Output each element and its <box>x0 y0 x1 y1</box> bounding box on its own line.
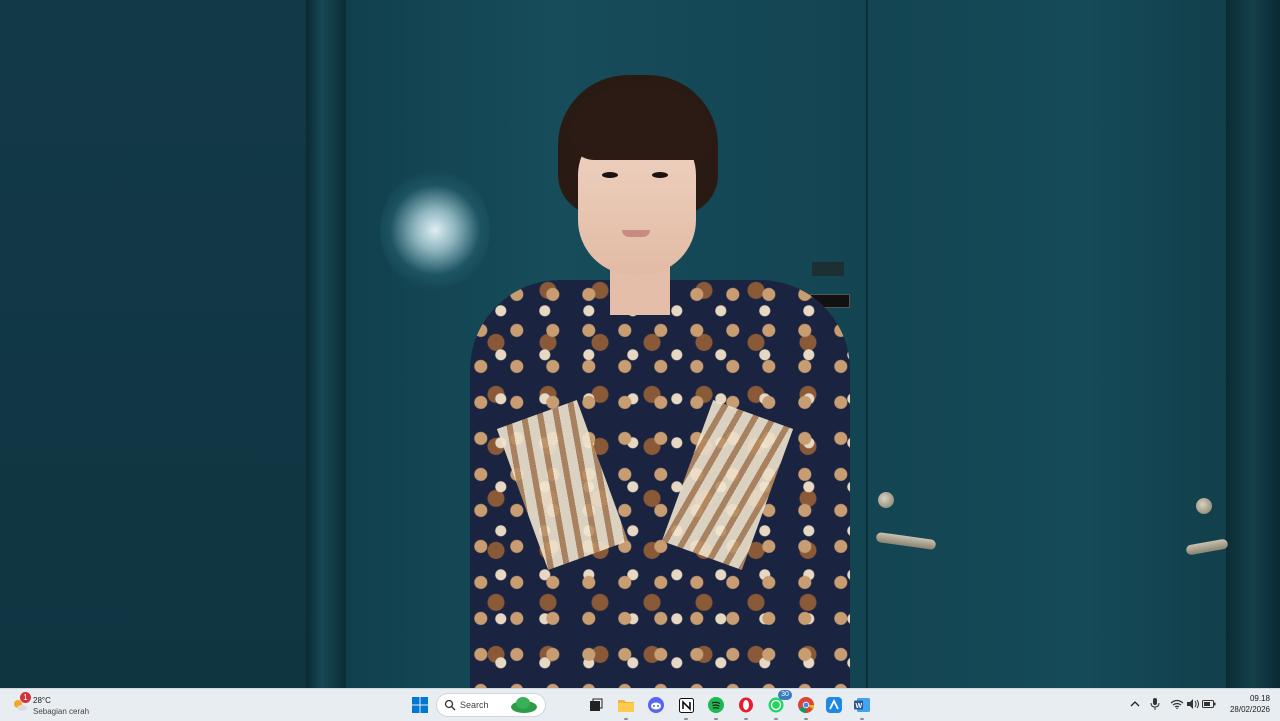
door-frame-right <box>1226 0 1280 688</box>
weather-condition: Sebagian cerah <box>33 707 90 716</box>
cloud-icon <box>511 697 537 713</box>
windows-icon <box>412 697 428 713</box>
arc-icon <box>826 697 842 713</box>
hair-fringe <box>570 88 710 160</box>
clock-date: 28/02/2026 <box>1229 705 1270 714</box>
microphone-icon[interactable] <box>1148 697 1162 711</box>
weather-temperature: 28°C <box>33 696 51 705</box>
notion-icon <box>678 697 694 713</box>
opera-button[interactable] <box>734 693 758 720</box>
battery-icon[interactable] <box>1202 697 1216 711</box>
door-right-panel <box>866 0 1228 688</box>
whatsapp-button[interactable]: 30 <box>764 690 792 720</box>
task-view-button[interactable] <box>584 693 608 717</box>
video-frame <box>0 0 1280 688</box>
chrome-button[interactable] <box>794 693 818 720</box>
folder-icon <box>618 700 634 712</box>
spotify-button[interactable] <box>704 693 728 720</box>
notion-button[interactable] <box>674 693 698 720</box>
arc-button[interactable] <box>822 693 846 717</box>
start-button[interactable] <box>408 693 432 717</box>
eye-left <box>602 172 618 178</box>
volume-icon[interactable] <box>1186 697 1200 711</box>
spotify-icon <box>708 697 724 713</box>
search-placeholder: Search <box>460 700 489 710</box>
chrome-icon <box>798 697 814 713</box>
task-view-icon <box>590 698 603 711</box>
file-explorer-button[interactable] <box>614 693 638 720</box>
wifi-icon[interactable] <box>1170 697 1184 711</box>
door-lock-knob <box>878 492 894 508</box>
svg-text:W: W <box>856 703 863 710</box>
discord-icon <box>648 697 664 713</box>
word-button[interactable]: W <box>850 693 874 720</box>
door-lock-knob-right <box>1196 498 1212 514</box>
person <box>460 70 860 688</box>
search-icon <box>444 699 456 711</box>
door-frame-left <box>306 0 346 688</box>
taskbar: 1 28°C Sebagian cerah Search 30 W 09.18 … <box>0 688 1280 721</box>
opera-icon <box>739 697 753 713</box>
clock[interactable]: 09.18 28/02/2026 <box>1220 693 1270 715</box>
clock-time: 09.18 <box>1249 694 1270 703</box>
whatsapp-badge: 30 <box>778 690 792 700</box>
discord-button[interactable] <box>644 693 668 717</box>
weather-badge: 1 <box>20 692 31 703</box>
eye-right <box>652 172 668 178</box>
wall-left <box>0 0 310 688</box>
search-box[interactable]: Search <box>436 693 546 717</box>
chevron-up-icon[interactable] <box>1128 697 1142 711</box>
mouth <box>622 230 650 237</box>
word-icon: W <box>854 698 870 712</box>
